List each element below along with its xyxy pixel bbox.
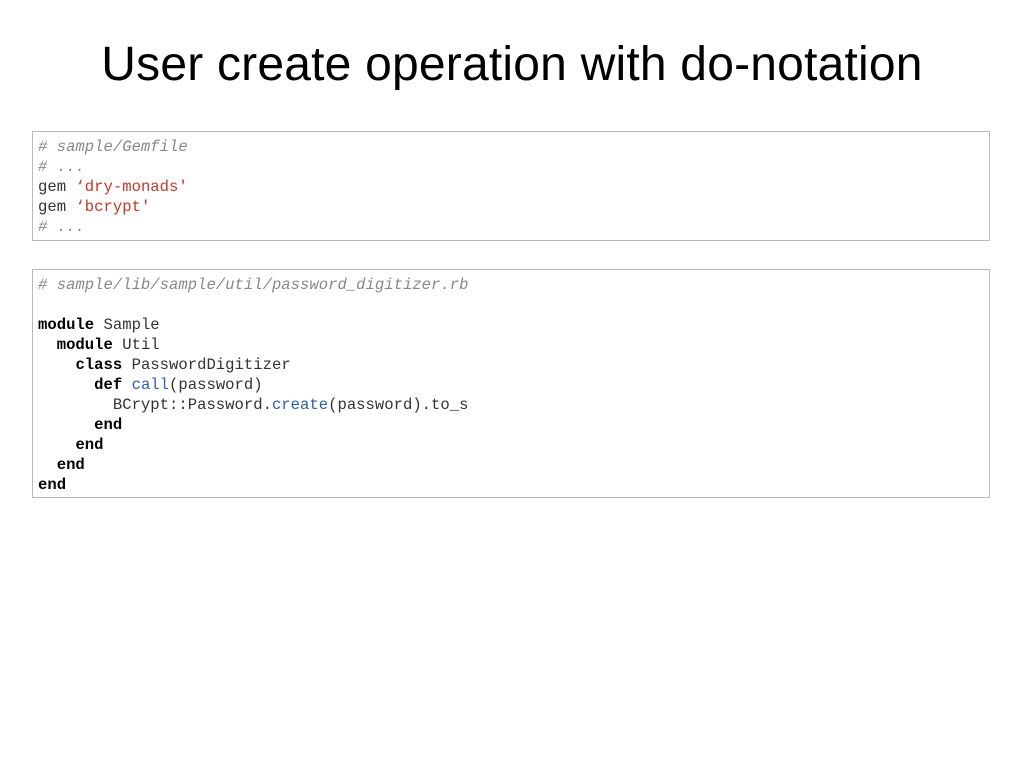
code-token-keyword: module bbox=[56, 336, 113, 354]
code-line: # sample/Gemfile bbox=[38, 137, 989, 157]
code-token-method: create bbox=[271, 396, 329, 414]
code-token-comment: # sample/lib/sample/util/password_digiti… bbox=[38, 276, 469, 294]
code-token-comment: # sample/Gemfile bbox=[38, 138, 188, 156]
code-line: # ... bbox=[38, 157, 989, 177]
code-token-keyword: end bbox=[75, 436, 104, 454]
password-digitizer-code-block: # sample/lib/sample/util/password_digiti… bbox=[32, 269, 990, 498]
code-token-plain: Util bbox=[112, 336, 160, 354]
code-line: gem ‘dry-monads' bbox=[38, 177, 989, 197]
code-line: end bbox=[38, 455, 989, 475]
code-line: def call(password) bbox=[38, 375, 989, 395]
code-line: end bbox=[38, 435, 989, 455]
code-token-plain: gem bbox=[38, 178, 76, 196]
code-line: gem ‘bcrypt' bbox=[38, 197, 989, 217]
code-token-keyword: end bbox=[56, 456, 85, 474]
code-token-string: ‘bcrypt' bbox=[75, 198, 151, 216]
code-token-plain: Sample bbox=[94, 316, 160, 334]
code-token-keyword: end bbox=[38, 476, 67, 494]
slide-title: User create operation with do-notation bbox=[101, 38, 923, 91]
code-token-keyword: end bbox=[94, 416, 123, 434]
code-token-plain: gem bbox=[38, 198, 76, 216]
code-line: BCrypt::Password.create(password).to_s bbox=[38, 395, 989, 415]
code-token-method: call bbox=[131, 376, 170, 394]
code-line: module Sample bbox=[38, 315, 989, 335]
code-token-plain: PasswordDigitizer bbox=[122, 356, 291, 374]
code-line: # sample/lib/sample/util/password_digiti… bbox=[38, 275, 989, 295]
gemfile-code-block: # sample/Gemfile # ... gem ‘dry-monads' gem… bbox=[32, 131, 990, 241]
code-line: class PasswordDigitizer bbox=[38, 355, 989, 375]
code-token-keyword: module bbox=[38, 316, 95, 334]
code-token-plain: (password) bbox=[169, 376, 263, 394]
code-line: end bbox=[38, 415, 989, 435]
code-token-string: ‘dry-monads' bbox=[75, 178, 188, 196]
code-line: end bbox=[38, 475, 989, 495]
code-token-comment: # ... bbox=[38, 218, 85, 236]
code-token-comment: # ... bbox=[38, 158, 85, 176]
code-line: # ... bbox=[38, 217, 989, 237]
code-token-plain: (password).to_s bbox=[328, 396, 469, 414]
code-token-keyword: class bbox=[75, 356, 123, 374]
code-token-plain: BCrypt::Password. bbox=[38, 396, 272, 414]
code-token-keyword: def bbox=[94, 376, 123, 394]
code-line: module Util bbox=[38, 335, 989, 355]
